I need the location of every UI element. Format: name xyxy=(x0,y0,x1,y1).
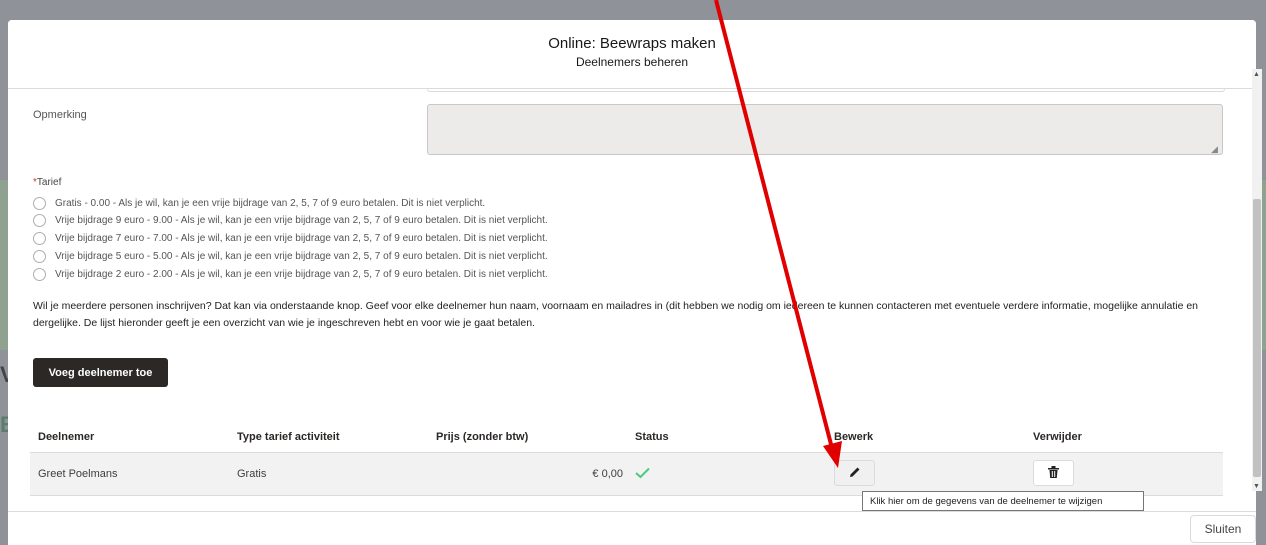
tarief-option-5-euro[interactable]: Vrije bijdrage 5 euro - 5.00 - Als je wi… xyxy=(33,248,548,264)
pencil-icon xyxy=(849,467,859,477)
modal-footer: Sluiten xyxy=(8,511,1256,545)
trash-icon xyxy=(1048,465,1059,478)
column-header-edit: Bewerk xyxy=(834,431,874,443)
previous-field-edge xyxy=(427,89,1225,92)
tarief-label-text: Tarief xyxy=(36,177,62,188)
tarief-option-label: Vrije bijdrage 2 euro - 2.00 - Als je wi… xyxy=(55,268,548,280)
tarief-option-label: Vrije bijdrage 7 euro - 7.00 - Als je wi… xyxy=(55,232,548,244)
participants-modal: Online: Beewraps maken Deelnemers behere… xyxy=(8,20,1256,545)
tarief-option-9-euro[interactable]: Vrije bijdrage 9 euro - 9.00 - Als je wi… xyxy=(33,212,548,228)
tarief-option-7-euro[interactable]: Vrije bijdrage 7 euro - 7.00 - Als je wi… xyxy=(33,230,548,246)
column-header-status: Status xyxy=(635,431,669,443)
tarief-option-label: Gratis - 0.00 - Als je wil, kan je een v… xyxy=(55,197,486,209)
remark-label: Opmerking xyxy=(33,109,87,121)
add-participant-button[interactable]: Voeg deelnemer toe xyxy=(33,358,168,387)
tarief-option-label: Vrije bijdrage 5 euro - 5.00 - Als je wi… xyxy=(55,250,548,262)
column-header-price: Prijs (zonder btw) xyxy=(436,431,529,443)
column-header-delete: Verwijder xyxy=(1033,431,1082,443)
modal-subtitle: Deelnemers beheren xyxy=(575,55,689,69)
radio-button[interactable] xyxy=(33,267,46,281)
check-icon xyxy=(635,466,650,483)
modal-title: Online: Beewraps maken xyxy=(548,35,716,52)
tarief-type: Gratis xyxy=(237,468,267,480)
edit-tooltip: Klik hier om de gegevens van de deelneme… xyxy=(862,491,1144,511)
tarief-option-2-euro[interactable]: Vrije bijdrage 2 euro - 2.00 - Als je wi… xyxy=(33,266,548,282)
tarief-option-gratis[interactable]: Gratis - 0.00 - Als je wil, kan je een v… xyxy=(33,195,485,211)
close-button[interactable]: Sluiten xyxy=(1190,515,1256,543)
radio-button[interactable] xyxy=(33,213,46,227)
resize-grip-icon[interactable]: ◢ xyxy=(1211,144,1218,155)
radio-button[interactable] xyxy=(33,249,46,263)
participant-name: Greet Poelmans xyxy=(38,468,118,480)
modal-header: Online: Beewraps maken Deelnemers behere… xyxy=(8,20,1256,89)
delete-participant-button[interactable] xyxy=(1033,460,1074,486)
tarief-option-label: Vrije bijdrage 9 euro - 9.00 - Als je wi… xyxy=(55,214,548,226)
radio-button[interactable] xyxy=(33,196,46,210)
table-row: Greet Poelmans Gratis € 0,00 xyxy=(30,453,1223,496)
column-header-type: Type tarief activiteit xyxy=(237,431,340,443)
modal-body[interactable]: Opmerking ◢ *Tarief Gratis - 0.00 - Als … xyxy=(8,89,1256,511)
scroll-down-icon[interactable]: ▼ xyxy=(1253,483,1260,490)
radio-button[interactable] xyxy=(33,231,46,245)
modal-scrollbar[interactable]: ▲ ▼ xyxy=(1252,69,1262,491)
scroll-up-icon[interactable]: ▲ xyxy=(1253,71,1260,78)
remark-textarea[interactable] xyxy=(427,104,1223,155)
price-value: € 0,00 xyxy=(592,468,623,480)
intro-text: Wil je meerdere personen inschrijven? Da… xyxy=(33,300,1199,329)
scroll-thumb[interactable] xyxy=(1253,199,1261,477)
edit-participant-button[interactable] xyxy=(834,460,875,486)
column-header-participant: Deelnemer xyxy=(38,431,95,443)
tarief-label: *Tarief xyxy=(33,177,61,188)
